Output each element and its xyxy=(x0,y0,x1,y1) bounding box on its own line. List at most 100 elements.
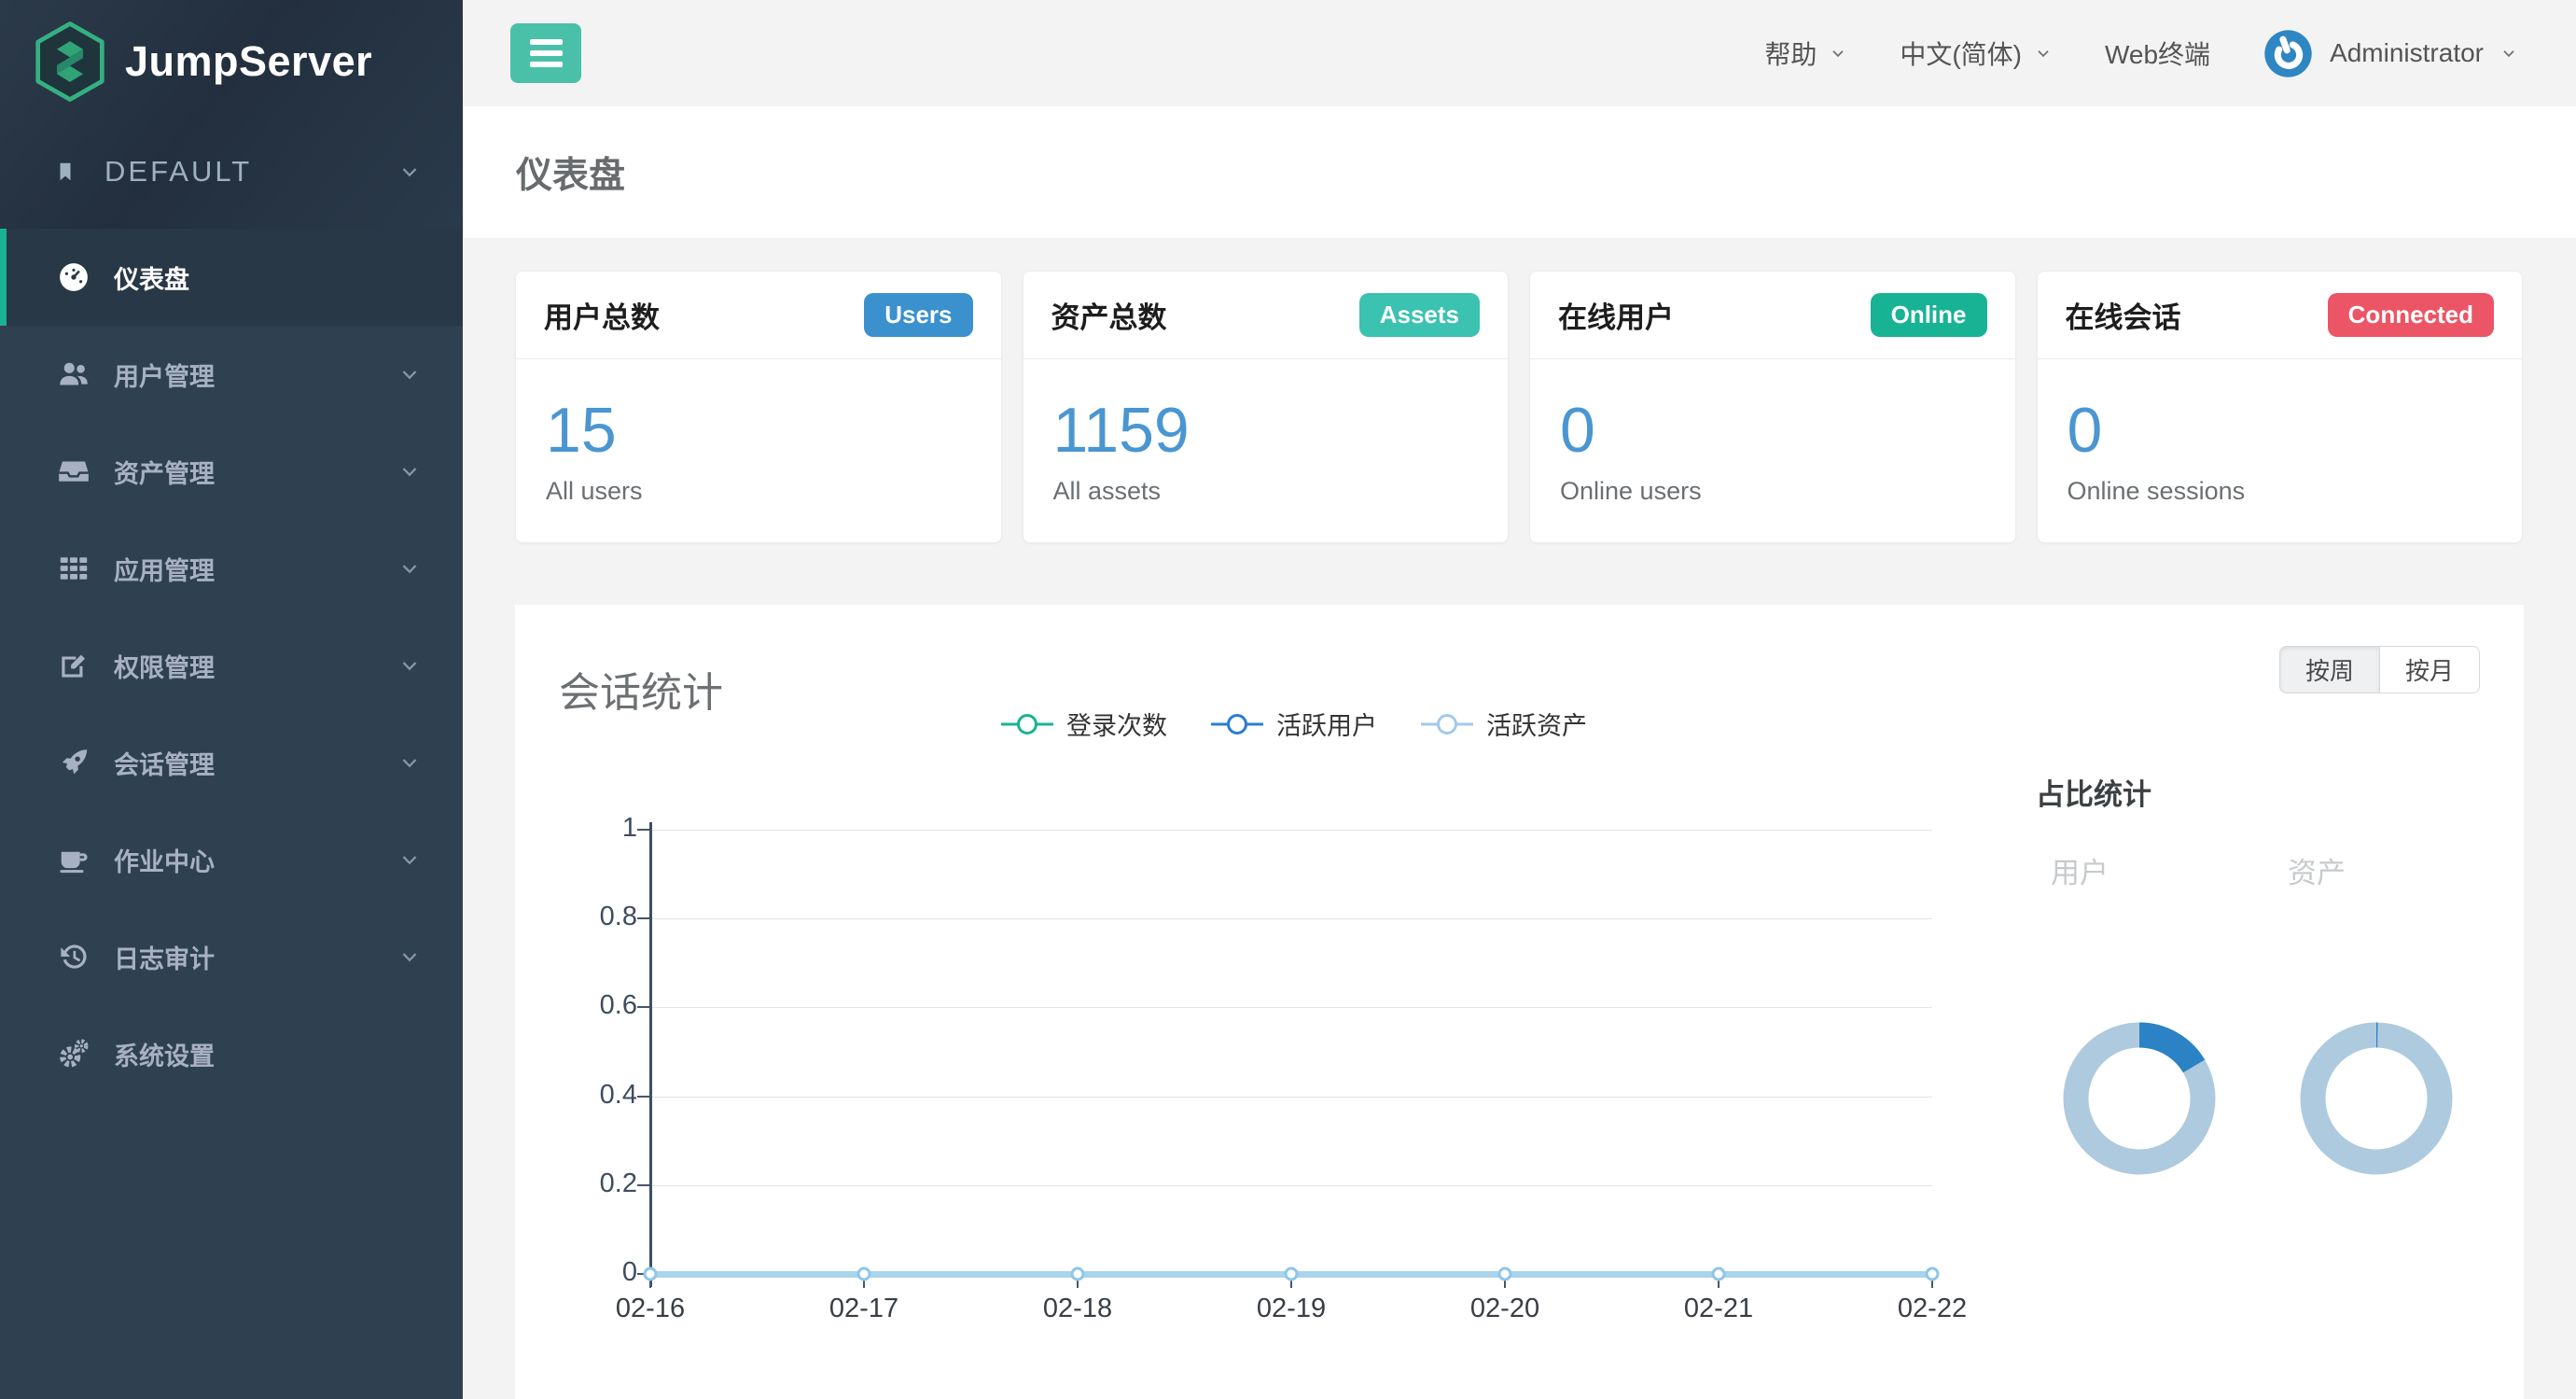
data-point xyxy=(1285,1267,1299,1281)
x-tick-label: 02-21 xyxy=(1684,1294,1753,1324)
brand-name: JumpServer xyxy=(125,37,372,86)
card-header: 用户总数 Users xyxy=(516,272,1001,359)
card-body: 0 Online sessions xyxy=(2038,359,2523,506)
y-tick-label: 0.2 xyxy=(527,1168,637,1199)
stat-card-1[interactable]: 资产总数 Assets 1159 All assets xyxy=(1023,271,1510,543)
data-point xyxy=(1071,1267,1085,1281)
card-title: 在线用户 xyxy=(1558,294,1674,336)
help-label: 帮助 xyxy=(1764,35,1817,72)
sidebar-toggle-button[interactable] xyxy=(510,23,581,83)
org-selector[interactable]: DEFAULT xyxy=(0,123,463,220)
chevron-down-icon xyxy=(397,556,422,581)
page-header: 仪表盘 xyxy=(463,106,2576,238)
y-tick-label: 1 xyxy=(527,813,637,844)
web-terminal-label: Web终端 xyxy=(2105,35,2210,72)
card-body: 0 Online users xyxy=(1530,359,2015,506)
y-tick xyxy=(637,829,650,831)
language-menu[interactable]: 中文(简体) xyxy=(1900,35,2053,72)
y-tick xyxy=(637,1096,650,1098)
card-badge: Assets xyxy=(1359,293,1480,337)
sidebar-item-applications[interactable]: 应用管理 xyxy=(0,520,463,617)
card-subtitle: Online sessions xyxy=(2068,477,2495,506)
jumpserver-app: JumpServer DEFAULT 仪表盘用户管理资产管理应用管理权限管理会话… xyxy=(0,0,2576,1399)
donut-assets xyxy=(2297,1019,2456,1178)
sidebar-item-job-center[interactable]: 作业中心 xyxy=(0,811,463,908)
ratio-title: 占比统计 xyxy=(2036,771,2151,813)
data-point xyxy=(1926,1267,1940,1281)
sidebar-item-label: 系统设置 xyxy=(114,1036,215,1072)
brand-logo[interactable]: JumpServer xyxy=(0,0,463,123)
card-header: 在线会话 Connected xyxy=(2038,272,2523,359)
stat-card-0[interactable]: 用户总数 Users 15 All users xyxy=(515,271,1002,543)
gridline xyxy=(650,1007,1932,1008)
help-menu[interactable]: 帮助 xyxy=(1764,35,1847,72)
history-icon xyxy=(54,939,93,974)
sidebar-item-label: 仪表盘 xyxy=(114,259,189,296)
page-title: 仪表盘 xyxy=(516,147,625,199)
y-tick xyxy=(637,1006,650,1008)
gridline xyxy=(650,1185,1932,1186)
x-tick-label: 02-16 xyxy=(616,1294,685,1324)
rocket-icon xyxy=(54,745,93,780)
x-tick-label: 02-17 xyxy=(829,1294,898,1324)
data-point xyxy=(1712,1267,1726,1281)
jumpserver-logo-icon xyxy=(34,21,106,102)
chevron-down-icon xyxy=(397,362,422,386)
stat-card-2[interactable]: 在线用户 Online 0 Online users xyxy=(1529,271,2016,543)
y-tick-label: 0 xyxy=(527,1257,637,1288)
gridline xyxy=(650,830,1932,831)
y-tick xyxy=(637,917,650,919)
topbar: 帮助 中文(简体) Web终端 Administrator xyxy=(463,0,2576,106)
sidebar-header: JumpServer DEFAULT xyxy=(0,0,463,229)
card-value: 0 xyxy=(2068,399,2495,462)
y-tick xyxy=(637,1184,650,1186)
web-terminal-link[interactable]: Web终端 xyxy=(2105,35,2210,72)
sidebar-item-log-audit[interactable]: 日志审计 xyxy=(0,908,463,1005)
coffee-icon xyxy=(54,842,93,877)
sidebar-item-sessions[interactable]: 会话管理 xyxy=(0,714,463,811)
chevron-down-icon xyxy=(397,653,422,678)
card-badge: Users xyxy=(864,293,972,337)
session-panel: 会话统计 登录次数 活跃用户 活跃资产 按周按月 00.20.40.60.810… xyxy=(515,605,2524,1399)
grid-icon xyxy=(54,551,93,586)
sidebar-item-users[interactable]: 用户管理 xyxy=(0,326,463,423)
card-subtitle: Online users xyxy=(1560,477,1987,506)
stat-card-3[interactable]: 在线会话 Connected 0 Online sessions xyxy=(2037,271,2524,543)
card-value: 15 xyxy=(546,399,973,462)
card-badge: Connected xyxy=(2328,293,2494,337)
sidebar-item-permissions[interactable]: 权限管理 xyxy=(0,617,463,714)
sidebar-item-assets[interactable]: 资产管理 xyxy=(0,423,463,520)
bookmark-icon xyxy=(54,159,77,185)
chevron-down-icon xyxy=(397,847,422,872)
card-subtitle: All users xyxy=(546,477,973,506)
y-tick-label: 0.6 xyxy=(527,990,637,1021)
edit-icon xyxy=(54,648,93,683)
chevron-down-icon xyxy=(1829,44,1847,63)
sidebar-item-label: 作业中心 xyxy=(114,842,215,878)
sidebar-item-dashboard[interactable]: 仪表盘 xyxy=(0,229,463,326)
hamburger-icon xyxy=(530,39,563,45)
card-body: 1159 All assets xyxy=(1023,359,1509,506)
card-value: 0 xyxy=(1560,399,1987,462)
gridline xyxy=(650,918,1932,919)
org-label: DEFAULT xyxy=(104,155,252,189)
topbar-menu: 帮助 中文(简体) Web终端 Administrator xyxy=(1764,28,2576,79)
sidebar-item-label: 权限管理 xyxy=(114,648,215,684)
x-tick-label: 02-19 xyxy=(1257,1294,1326,1324)
card-title: 在线会话 xyxy=(2066,294,2181,336)
users-icon xyxy=(54,357,93,392)
user-menu[interactable]: Administrator xyxy=(2263,28,2518,79)
sidebar-item-label: 资产管理 xyxy=(114,454,215,490)
x-tick-label: 02-18 xyxy=(1043,1294,1112,1324)
sidebar: JumpServer DEFAULT 仪表盘用户管理资产管理应用管理权限管理会话… xyxy=(0,0,463,1399)
chevron-down-icon xyxy=(2034,44,2053,63)
stat-cards: 用户总数 Users 15 All users 资产总数 Assets 1159… xyxy=(515,271,2523,543)
sidebar-item-system-settings[interactable]: 系统设置 xyxy=(0,1005,463,1102)
data-point xyxy=(1498,1267,1512,1281)
username: Administrator xyxy=(2330,38,2484,68)
sidebar-item-label: 应用管理 xyxy=(114,551,215,587)
avatar xyxy=(2263,28,2314,79)
x-tick-label: 02-20 xyxy=(1470,1294,1539,1324)
donut-users-label: 用户 xyxy=(2051,849,2109,891)
card-header: 在线用户 Online xyxy=(1530,272,2015,359)
